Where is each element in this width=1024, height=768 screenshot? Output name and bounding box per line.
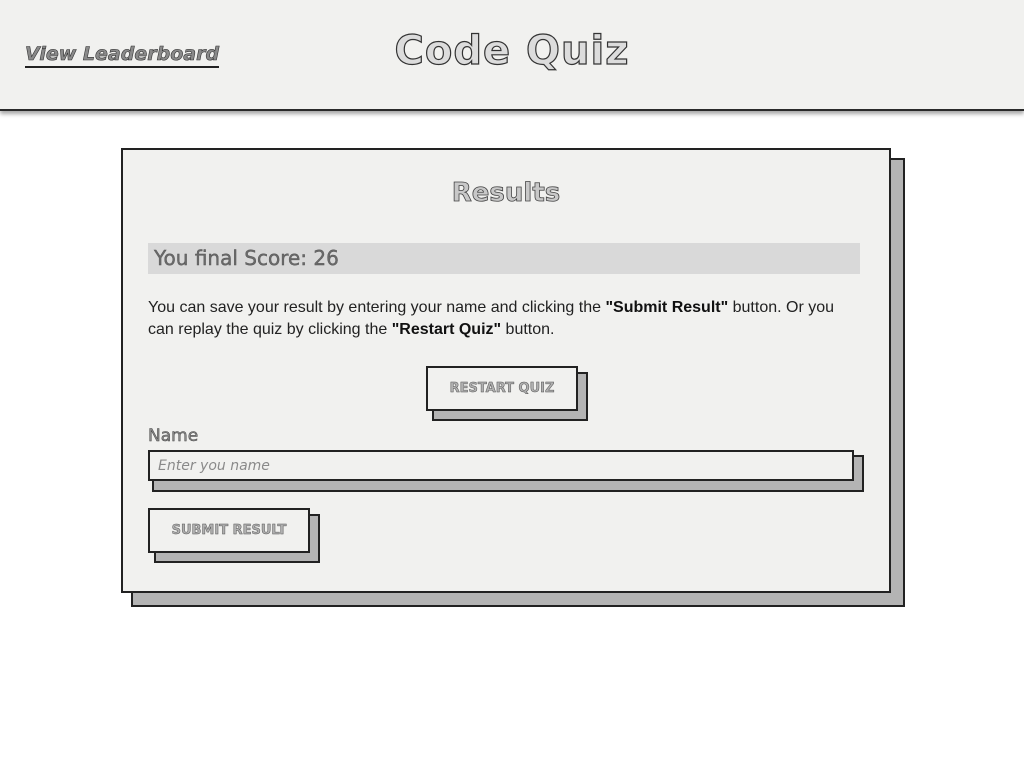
instructions-submit-ref: "Submit Result" [605,299,729,316]
instructions-part1: You can save your result by entering you… [148,299,606,316]
instructions-text: You can save your result by entering you… [148,297,864,341]
app-title: Code Quiz [394,27,630,74]
name-input[interactable] [148,450,854,481]
restart-quiz-button[interactable]: RESTART QUIZ [426,366,578,411]
instructions-part3: button. [501,321,555,338]
results-title: Results [451,178,561,209]
instructions-restart-ref: "Restart Quiz" [391,321,502,338]
results-card: Results You final Score: 26 You can save… [121,148,891,593]
name-label: Name [148,426,199,447]
submit-result-button[interactable]: SUBMIT RESULT [148,508,310,553]
final-score: You final Score: 26 [148,243,860,274]
top-header: View Leaderboard Code Quiz [0,0,1024,111]
